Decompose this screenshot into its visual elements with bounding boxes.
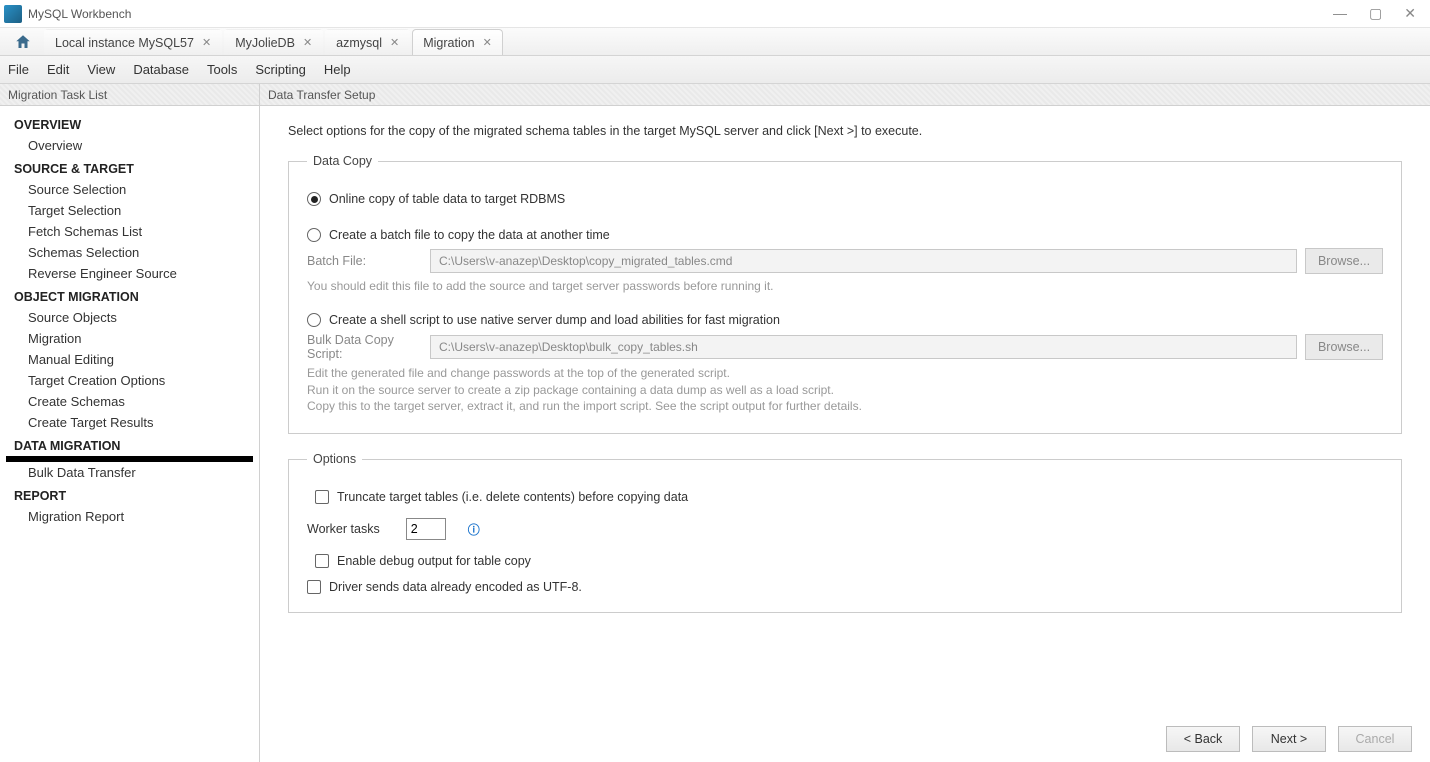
next-button[interactable]: Next > [1252,726,1326,752]
close-icon[interactable]: ✕ [202,36,211,49]
menubar: File Edit View Database Tools Scripting … [0,56,1430,84]
data-copy-legend: Data Copy [307,154,378,168]
nav-item[interactable]: Create Schemas [0,391,259,412]
window-title: MySQL Workbench [28,7,131,21]
section-title: SOURCE & TARGET [0,156,259,179]
tab-migration[interactable]: Migration✕ [412,29,503,55]
radio-shell-script[interactable] [307,313,321,327]
sidebar-header: Migration Task List [0,84,259,106]
main-panel: Data Transfer Setup Select options for t… [260,84,1430,762]
nav-item[interactable]: Reverse Engineer Source [0,263,259,284]
close-icon[interactable]: ✕ [483,36,492,49]
nav-item[interactable]: Overview [0,135,259,156]
section-title: REPORT [0,483,259,506]
data-copy-group: Data Copy Online copy of table data to t… [288,154,1402,434]
nav-item[interactable]: Schemas Selection [0,242,259,263]
browse-batch-button[interactable]: Browse... [1305,248,1383,274]
checkbox-truncate-label[interactable]: Truncate target tables (i.e. delete cont… [337,490,688,504]
section-title: OBJECT MIGRATION [0,284,259,307]
tabbar: Local instance MySQL57✕ MyJolieDB✕ azmys… [0,28,1430,56]
panel-intro: Select options for the copy of the migra… [288,124,1402,138]
tab-azmysql[interactable]: azmysql✕ [325,29,410,55]
checkbox-debug[interactable] [315,554,329,568]
back-button[interactable]: < Back [1166,726,1240,752]
checkbox-debug-label[interactable]: Enable debug output for table copy [337,554,531,568]
worker-tasks-input[interactable] [406,518,446,540]
cancel-button[interactable]: Cancel [1338,726,1412,752]
nav-item[interactable]: Create Target Results [0,412,259,433]
info-icon[interactable]: ⓘ [468,521,480,538]
tab-local-instance[interactable]: Local instance MySQL57✕ [44,29,222,55]
menu-scripting[interactable]: Scripting [255,62,306,77]
checkbox-truncate[interactable] [315,490,329,504]
nav-item[interactable]: Migration Report [0,506,259,527]
nav-item[interactable]: Manual Editing [0,349,259,370]
nav-item[interactable]: Target Creation Options [0,370,259,391]
close-icon[interactable]: ✕ [390,36,399,49]
home-button[interactable] [8,29,38,55]
radio-batch-file[interactable] [307,228,321,242]
minimize-icon[interactable]: — [1333,5,1347,22]
worker-tasks-label: Worker tasks [307,522,380,536]
maximize-icon[interactable]: ▢ [1369,5,1382,22]
menu-view[interactable]: View [87,62,115,77]
bulk-hint-1: Edit the generated file and change passw… [307,365,1383,382]
panel-header: Data Transfer Setup [260,84,1430,106]
menu-edit[interactable]: Edit [47,62,69,77]
bulk-script-label: Bulk Data Copy Script: [307,333,422,361]
radio-online-copy[interactable] [307,192,321,206]
bulk-hint-2: Run it on the source server to create a … [307,382,1383,399]
section-title: OVERVIEW [0,112,259,135]
nav-item[interactable]: Migration [0,328,259,349]
options-group: Options Truncate target tables (i.e. del… [288,452,1402,613]
nav-item[interactable]: Bulk Data Transfer [0,462,259,483]
menu-database[interactable]: Database [133,62,189,77]
nav-item[interactable]: Source Objects [0,307,259,328]
batch-hint: You should edit this file to add the sou… [307,278,1383,295]
tab-myjoliedb[interactable]: MyJolieDB✕ [224,29,323,55]
checkbox-utf8-label[interactable]: Driver sends data already encoded as UTF… [329,580,582,594]
nav-item[interactable]: Target Selection [0,200,259,221]
batch-file-input[interactable] [430,249,1297,273]
radio-batch-file-label[interactable]: Create a batch file to copy the data at … [329,228,610,242]
wizard-footer: < Back Next > Cancel [260,716,1430,762]
close-icon[interactable]: ✕ [303,36,312,49]
radio-online-copy-label[interactable]: Online copy of table data to target RDBM… [329,192,565,206]
menu-file[interactable]: File [8,62,29,77]
checkbox-utf8[interactable] [307,580,321,594]
menu-help[interactable]: Help [324,62,351,77]
options-legend: Options [307,452,362,466]
bulk-hint-3: Copy this to the target server, extract … [307,398,1383,415]
nav-item[interactable]: Source Selection [0,179,259,200]
menu-tools[interactable]: Tools [207,62,237,77]
nav-item[interactable]: Fetch Schemas List [0,221,259,242]
sidebar: Migration Task List OVERVIEWOverviewSOUR… [0,84,260,762]
batch-file-label: Batch File: [307,254,422,268]
section-title: DATA MIGRATION [0,433,259,456]
app-icon [4,5,22,23]
radio-shell-script-label[interactable]: Create a shell script to use native serv… [329,313,780,327]
titlebar: MySQL Workbench — ▢ ✕ [0,0,1430,28]
browse-bulk-button[interactable]: Browse... [1305,334,1383,360]
bulk-script-input[interactable] [430,335,1297,359]
close-icon[interactable]: ✕ [1404,5,1416,22]
